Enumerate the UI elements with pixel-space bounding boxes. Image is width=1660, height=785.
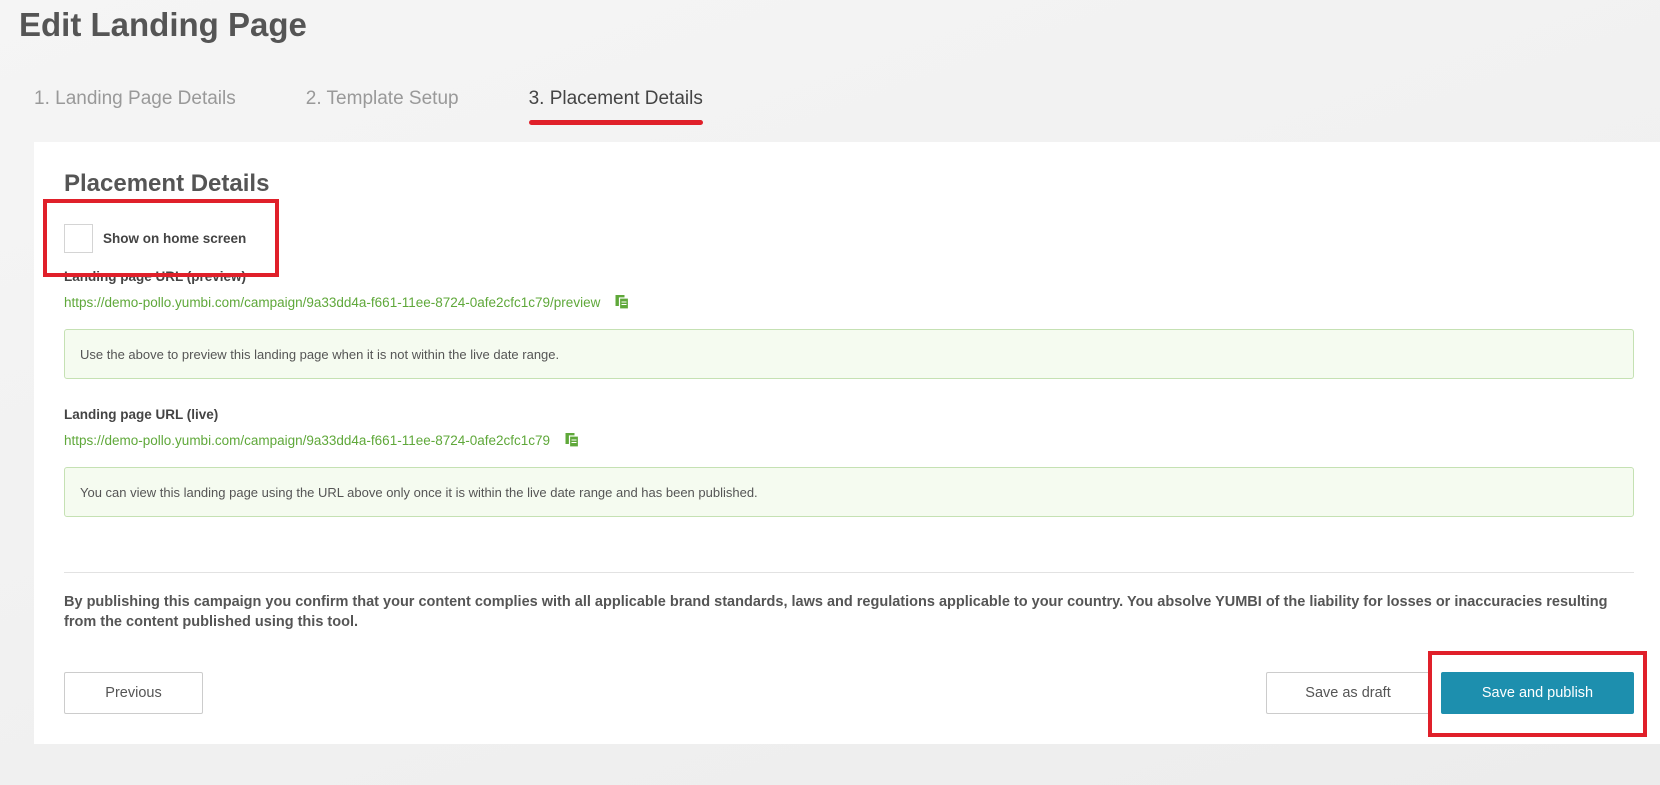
previous-button[interactable]: Previous	[64, 672, 203, 714]
publish-disclaimer: By publishing this campaign you confirm …	[64, 594, 1608, 630]
preview-url-row: https://demo-pollo.yumbi.com/campaign/9a…	[64, 294, 630, 310]
preview-url-link[interactable]: https://demo-pollo.yumbi.com/campaign/9a…	[64, 295, 600, 310]
home-screen-checkbox[interactable]	[64, 224, 93, 253]
home-screen-option: Show on home screen	[64, 224, 246, 253]
divider	[64, 572, 1634, 573]
preview-info-box: Use the above to preview this landing pa…	[64, 329, 1634, 379]
copy-icon[interactable]	[564, 432, 580, 448]
section-title: Placement Details	[64, 170, 270, 197]
page-title: Edit Landing Page	[19, 6, 307, 43]
tab-template-setup[interactable]: 2. Template Setup	[306, 84, 459, 126]
live-url-row: https://demo-pollo.yumbi.com/campaign/9a…	[64, 432, 580, 448]
save-draft-button[interactable]: Save as draft	[1266, 672, 1430, 714]
copy-icon[interactable]	[614, 294, 630, 310]
home-screen-label: Show on home screen	[103, 231, 247, 246]
live-url-label: Landing page URL (live)	[64, 407, 219, 422]
live-info-box: You can view this landing page using the…	[64, 467, 1634, 517]
save-publish-button[interactable]: Save and publish	[1441, 672, 1634, 714]
preview-url-label: Landing page URL (preview)	[64, 269, 247, 284]
tab-placement-details[interactable]: 3. Placement Details	[528, 84, 704, 126]
step-tabs: 1. Landing Page Details 2. Template Setu…	[34, 84, 773, 126]
tab-landing-page-details[interactable]: 1. Landing Page Details	[34, 84, 236, 126]
live-url-link[interactable]: https://demo-pollo.yumbi.com/campaign/9a…	[64, 433, 550, 448]
placement-card: Placement Details Show on home screen La…	[34, 142, 1660, 744]
